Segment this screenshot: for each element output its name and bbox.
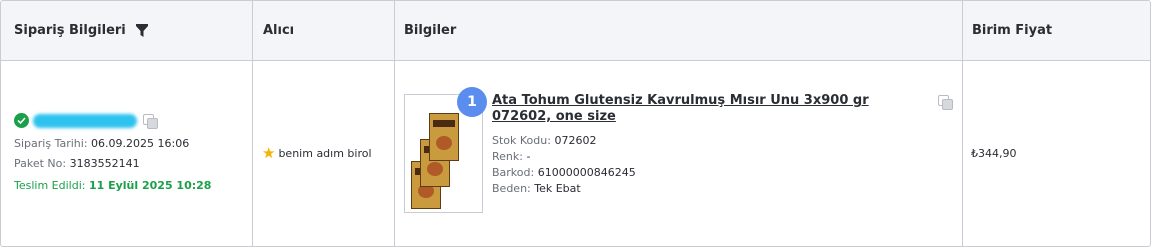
barcode: Barkod: 61000000846245: [492, 166, 636, 179]
header-unit-price: Birim Fiyat: [972, 23, 1053, 38]
size: Beden: Tek Ebat: [492, 182, 581, 195]
buyer-name: ★ benim adım birol: [262, 144, 372, 162]
order-table: Sipariş Bilgileri Alıcı Bilgiler Birim F…: [0, 0, 1151, 247]
star-icon: ★: [262, 144, 276, 162]
copy-icon[interactable]: [938, 95, 953, 110]
header-buyer: Alıcı: [263, 23, 295, 38]
copy-icon[interactable]: [143, 113, 158, 129]
header-order-info: Sipariş Bilgileri: [14, 1, 148, 60]
quantity-badge: 1: [457, 87, 487, 117]
package-number: Paket No: 3183552141: [14, 157, 140, 170]
color: Renk: -: [492, 150, 531, 163]
filter-icon[interactable]: [135, 23, 148, 38]
unit-price-cell: ₺344,90: [963, 61, 1150, 246]
header-info: Bilgiler: [404, 23, 457, 38]
buyer-cell: ★ benim adım birol: [253, 61, 394, 246]
order-info-cell: Sipariş Tarihi: 06.09.2025 16:06 Paket N…: [1, 61, 252, 246]
unit-price-value: ₺344,90: [971, 147, 1017, 160]
product-info-cell: 1 Ata Tohum Glutensiz Kavrulmuş Mısır Un…: [395, 61, 962, 246]
order-status-row: [14, 113, 158, 129]
product-title-link[interactable]: Ata Tohum Glutensiz Kavrulmuş Mısır Unu …: [492, 93, 932, 125]
order-date: Sipariş Tarihi: 06.09.2025 16:06: [14, 137, 190, 150]
redacted-order-number: [33, 113, 137, 128]
stock-code: Stok Kodu: 072602: [492, 134, 597, 147]
delivery-status: Teslim Edildi: 11 Eylül 2025 10:28: [14, 179, 212, 192]
check-circle-icon: [14, 113, 29, 128]
